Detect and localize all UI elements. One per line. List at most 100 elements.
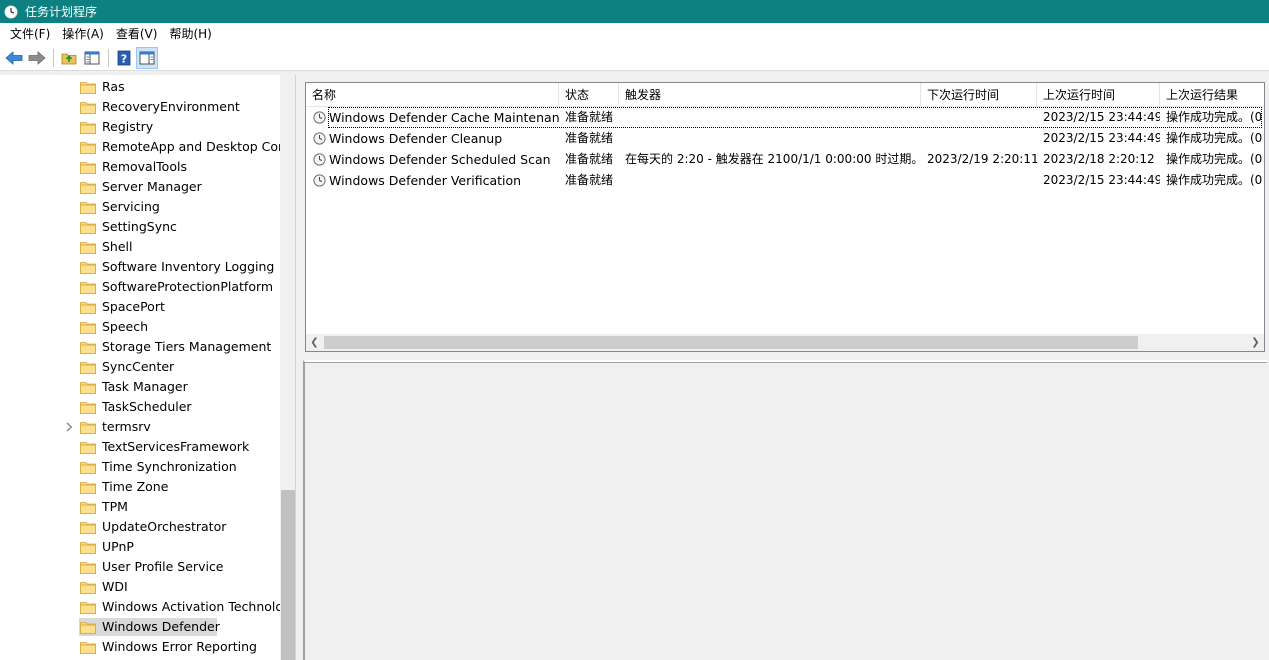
show-hide-console-tree-icon — [84, 51, 100, 64]
tree-item[interactable]: Server Manager — [0, 177, 280, 197]
task-row[interactable]: Windows Defender Verification 准备就绪 2023/2/… — [306, 170, 1264, 191]
tree-item-label: SpacePort — [102, 299, 165, 314]
folder-icon — [80, 402, 96, 414]
folder-icon — [80, 582, 96, 594]
task-row[interactable]: Windows Defender Scheduled Scan 准备就绪 在每天的 … — [306, 149, 1264, 170]
tree-item[interactable]: RemovalTools — [0, 157, 280, 177]
folder-icon — [80, 482, 96, 494]
tree-item-label: SoftwareProtectionPlatform — [102, 279, 274, 294]
task-list-horizontal-scrollbar[interactable]: ❮ ❯ — [306, 334, 1264, 351]
task-list-scrollbar-thumb[interactable] — [324, 336, 1138, 349]
tree-item[interactable]: RemoteApp and Desktop Con — [0, 137, 280, 157]
tree-item-label: Speech — [102, 319, 149, 334]
task-last-result: 操作成功完成。(0 — [1166, 131, 1263, 145]
task-list[interactable]: 名称 状态 触发器 下次运行时间 上次运行时间 上次运行结果 Windows D… — [305, 82, 1265, 352]
scroll-right-arrow-icon[interactable]: ❯ — [1247, 334, 1264, 351]
tree-item-label: Windows Error Reporting — [102, 639, 257, 654]
tree-item[interactable]: Shell — [0, 237, 280, 257]
help-button[interactable]: ? — [113, 47, 135, 69]
task-last-result: 操作成功完成。(0 — [1166, 173, 1263, 187]
tree-item[interactable]: Windows Activation Technolog — [0, 597, 280, 617]
show-hide-tree-button[interactable] — [81, 47, 103, 69]
svg-text:?: ? — [121, 52, 127, 65]
menu-file[interactable]: 文件(F) — [4, 24, 56, 44]
task-status: 准备就绪 — [565, 173, 614, 187]
window-title: 任务计划程序 — [25, 5, 98, 19]
tree-item[interactable]: Time Zone — [0, 477, 280, 497]
menu-view[interactable]: 查看(V) — [110, 24, 164, 44]
task-name: Windows Defender Scheduled Scan — [329, 152, 551, 167]
column-header-next-run[interactable]: 下次运行时间 — [921, 83, 1037, 107]
task-row[interactable]: Windows Defender Cache Maintenance 准备就绪 20… — [306, 107, 1264, 128]
back-button[interactable] — [3, 47, 25, 69]
tree-item-label: TaskScheduler — [102, 399, 192, 414]
folder-icon — [80, 122, 96, 134]
show-hide-action-pane-button[interactable] — [136, 46, 158, 69]
tree-item-label: Registry — [102, 119, 154, 134]
tree-vertical-scrollbar[interactable] — [280, 75, 295, 660]
tree-item-label: SyncCenter — [102, 359, 175, 374]
column-header-trigger[interactable]: 触发器 — [619, 83, 921, 107]
folder-icon — [80, 342, 96, 354]
task-next-run: 2023/2/19 2:20:11 — [927, 152, 1037, 166]
menu-help[interactable]: 帮助(H) — [163, 24, 217, 44]
tree-item[interactable]: TextServicesFramework — [0, 437, 280, 457]
chevron-right-icon[interactable] — [64, 417, 74, 437]
tree-item[interactable]: Servicing — [0, 197, 280, 217]
up-one-level-button[interactable] — [58, 47, 80, 69]
tree-item[interactable]: Storage Tiers Management — [0, 337, 280, 357]
tree-item-label: UpdateOrchestrator — [102, 519, 227, 534]
folder-icon — [80, 362, 96, 374]
tree-item[interactable]: termsrv — [0, 417, 280, 437]
column-header-last-result[interactable]: 上次运行结果 — [1160, 83, 1264, 107]
folder-icon — [80, 502, 96, 514]
task-last-run: 2023/2/15 23:44:49 — [1043, 173, 1160, 187]
task-status: 准备就绪 — [565, 110, 614, 124]
task-last-result: 操作成功完成。(0 — [1166, 110, 1263, 124]
tree-item[interactable]: SettingSync — [0, 217, 280, 237]
task-list-header: 名称 状态 触发器 下次运行时间 上次运行时间 上次运行结果 — [306, 83, 1264, 107]
tree-item[interactable]: TaskScheduler — [0, 397, 280, 417]
tree-item-label: Storage Tiers Management — [102, 339, 272, 354]
console-tree[interactable]: Ras RecoveryEnvironment Registry RemoteApp … — [0, 75, 296, 660]
column-header-last-run[interactable]: 上次运行时间 — [1037, 83, 1160, 107]
task-name: Windows Defender Verification — [329, 173, 522, 188]
task-row[interactable]: Windows Defender Cleanup 准备就绪 2023/2/15 23… — [306, 128, 1264, 149]
tree-item[interactable]: Software Inventory Logging — [0, 257, 280, 277]
tree-item[interactable]: Task Manager — [0, 377, 280, 397]
task-name: Windows Defender Cache Maintenance — [329, 110, 559, 125]
tree-item[interactable]: SpacePort — [0, 297, 280, 317]
tree-item[interactable]: TPM — [0, 497, 280, 517]
tree-item[interactable]: UpdateOrchestrator — [0, 517, 280, 537]
task-last-result: 操作成功完成。(0 — [1166, 152, 1263, 166]
tree-item[interactable]: Windows Error Reporting — [0, 637, 280, 657]
tree-item[interactable]: Registry — [0, 117, 280, 137]
tree-item-label: Task Manager — [102, 379, 188, 394]
folder-icon — [80, 82, 96, 94]
tree-item[interactable]: WDI — [0, 577, 280, 597]
folder-icon — [80, 262, 96, 274]
tree-item-label: Windows Activation Technolog — [102, 599, 280, 614]
tree-item[interactable]: User Profile Service — [0, 557, 280, 577]
task-last-run: 2023/2/18 2:20:12 — [1043, 152, 1155, 166]
help-icon: ? — [117, 50, 131, 65]
task-details-inner — [305, 362, 1267, 660]
scroll-left-arrow-icon[interactable]: ❮ — [306, 334, 323, 351]
folder-icon — [80, 282, 96, 294]
tree-item[interactable]: Time Synchronization — [0, 457, 280, 477]
task-next-run — [927, 128, 1037, 149]
tree-item[interactable]: Ras — [0, 77, 280, 97]
tree-scrollbar-thumb[interactable] — [281, 490, 295, 660]
tree-item[interactable]: Speech — [0, 317, 280, 337]
tree-item[interactable]: Windows Defender — [0, 617, 280, 637]
tree-item[interactable]: RecoveryEnvironment — [0, 97, 280, 117]
tree-item[interactable]: UPnP — [0, 537, 280, 557]
column-header-status[interactable]: 状态 — [559, 83, 619, 107]
task-trigger: 在每天的 2:20 - 触发器在 2100/1/1 0:00:00 时过期。 — [625, 152, 921, 166]
task-last-run: 2023/2/15 23:44:49 — [1043, 131, 1160, 145]
tree-item[interactable]: SyncCenter — [0, 357, 280, 377]
forward-button[interactable] — [26, 47, 48, 69]
tree-item[interactable]: SoftwareProtectionPlatform — [0, 277, 280, 297]
column-header-name[interactable]: 名称 — [306, 83, 559, 107]
menu-action[interactable]: 操作(A) — [56, 24, 110, 44]
